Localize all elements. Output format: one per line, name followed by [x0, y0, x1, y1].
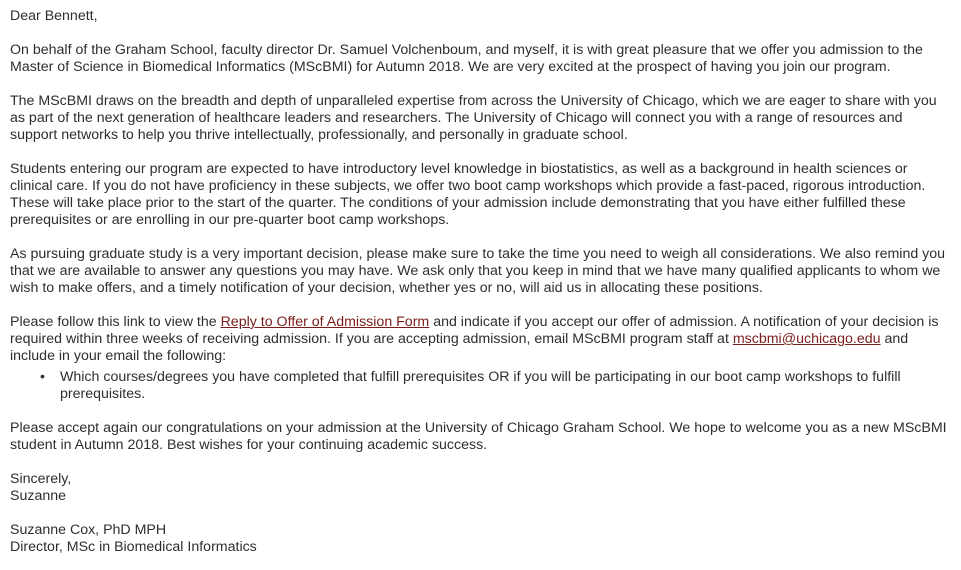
sign-off: Sincerely,: [10, 471, 72, 487]
email-body: Dear Bennett, On behalf of the Graham Sc…: [0, 0, 961, 556]
signature-block: Suzanne Cox, PhD MPH Director, MSc in Bi…: [10, 522, 951, 556]
greeting: Dear Bennett,: [10, 8, 98, 24]
list-item-text: Which courses/degrees you have completed…: [60, 369, 901, 402]
paragraph-program-description: The MScBMI draws on the breadth and dept…: [10, 93, 937, 143]
closing-block: Sincerely, Suzanne: [10, 471, 951, 505]
paragraph-offer: On behalf of the Graham School, faculty …: [10, 42, 923, 75]
paragraph-congratulations: Please accept again our congratulations …: [10, 420, 947, 453]
signer-first-name: Suzanne: [10, 488, 67, 504]
signer-full-name: Suzanne Cox, PhD MPH: [10, 522, 167, 538]
bullet-marker: •: [40, 369, 45, 385]
signer-title: Director, MSc in Biomedical Informatics: [10, 539, 257, 555]
email-link[interactable]: mscbmi@uchicago.edu: [733, 331, 881, 347]
list-item: • Which courses/degrees you have complet…: [40, 369, 951, 403]
requirements-list: • Which courses/degrees you have complet…: [10, 369, 951, 403]
paragraph-reply-instructions: Please follow this link to view the Repl…: [10, 314, 951, 365]
reply-form-link[interactable]: Reply to Offer of Admission Form: [221, 314, 430, 330]
paragraph-decision: As pursuing graduate study is a very imp…: [10, 246, 946, 296]
reply-text-start: Please follow this link to view the: [10, 314, 221, 330]
paragraph-prerequisites: Students entering our program are expect…: [10, 161, 926, 228]
